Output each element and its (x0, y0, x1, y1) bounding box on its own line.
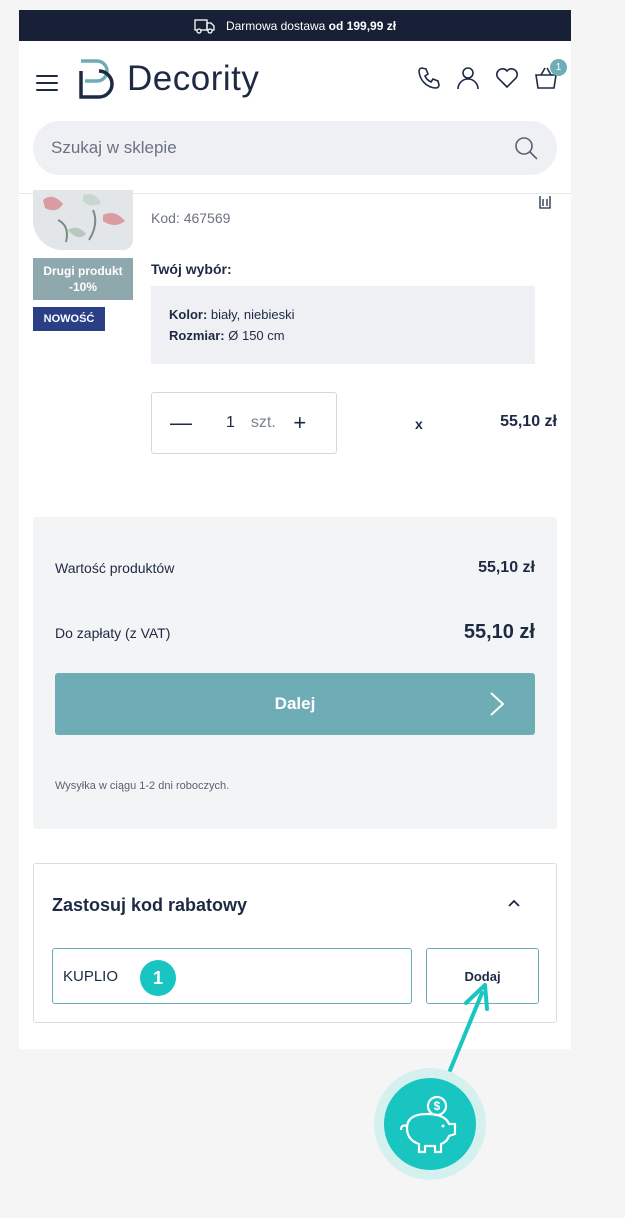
cart-item: Drugi produkt -10% NOWOŚĆ Kod: 467569 Tw… (19, 190, 571, 474)
search-input[interactable] (51, 138, 513, 158)
logo-text: Decority (127, 59, 260, 98)
user-icon[interactable] (455, 65, 481, 91)
next-button-label: Dalej (274, 694, 316, 713)
search-bar (33, 121, 557, 175)
choice-title: Twój wybór: (151, 261, 232, 277)
page: Darmowa dostawa od 199,99 zł Decority 1 … (19, 10, 571, 1049)
piggy-bank-callout: $ (374, 1068, 486, 1180)
decrease-button[interactable]: — (170, 410, 192, 436)
truck-icon (194, 18, 215, 34)
product-code: Kod: 467569 (151, 210, 231, 226)
total-row: Do zapłaty (z VAT) 55,10 zł (55, 621, 535, 644)
product-options: Kolor: biały, niebieski Rozmiar: Ø 150 c… (151, 286, 535, 364)
next-button[interactable]: Dalej (55, 673, 535, 735)
chevron-up-icon[interactable] (508, 899, 520, 907)
logo[interactable]: Decority (77, 57, 259, 101)
total-value: 55,10 zł (463, 621, 535, 643)
piggy-bank-icon: $ (399, 1095, 457, 1154)
cart-count-badge: 1 (550, 59, 567, 76)
product-image[interactable] (33, 190, 133, 250)
promo-bar: Darmowa dostawa od 199,99 zł (19, 10, 571, 41)
color-option: Kolor: biały, niebieski (169, 307, 295, 322)
phone-icon[interactable] (416, 65, 442, 91)
coupon-input[interactable] (52, 948, 412, 1004)
heart-icon[interactable] (494, 65, 520, 91)
logo-mark-icon (79, 59, 114, 99)
promo-text: Darmowa dostawa od 199,99 zł (225, 18, 397, 33)
products-value-row: Wartość produktów 55,10 zł (55, 559, 535, 577)
header-icons: 1 (416, 59, 567, 91)
coupon-title: Zastosuj kod rabatowy (52, 895, 248, 915)
products-value: 55,10 zł (478, 559, 535, 576)
products-value-label: Wartość produktów (55, 560, 175, 576)
svg-text:$: $ (434, 1099, 441, 1113)
search-icon[interactable] (513, 135, 539, 161)
menu-icon[interactable] (36, 75, 58, 91)
quantity-unit: szt. (250, 414, 276, 431)
multiply-sign: x (415, 416, 423, 432)
new-badge: NOWOŚĆ (33, 307, 105, 331)
chevron-right-icon (490, 692, 505, 716)
increase-button[interactable]: + (290, 410, 310, 436)
header: Decority 1 (19, 41, 571, 123)
trash-icon[interactable] (537, 194, 553, 210)
promo-badge: Drugi produkt -10% (33, 258, 133, 300)
order-summary: Wartość produktów 55,10 zł Do zapłaty (z… (33, 517, 557, 829)
item-price: 55,10 zł (500, 413, 557, 430)
quantity-value[interactable]: 1 (226, 414, 235, 432)
size-option: Rozmiar: Ø 150 cm (169, 328, 285, 343)
cart-button[interactable]: 1 (533, 59, 567, 91)
quantity-stepper: — 1 szt. + (151, 392, 337, 454)
shipping-note: Wysyłka w ciągu 1-2 dni roboczych. (55, 780, 230, 792)
total-label: Do zapłaty (z VAT) (55, 624, 171, 641)
step-number-badge: 1 (140, 960, 176, 996)
